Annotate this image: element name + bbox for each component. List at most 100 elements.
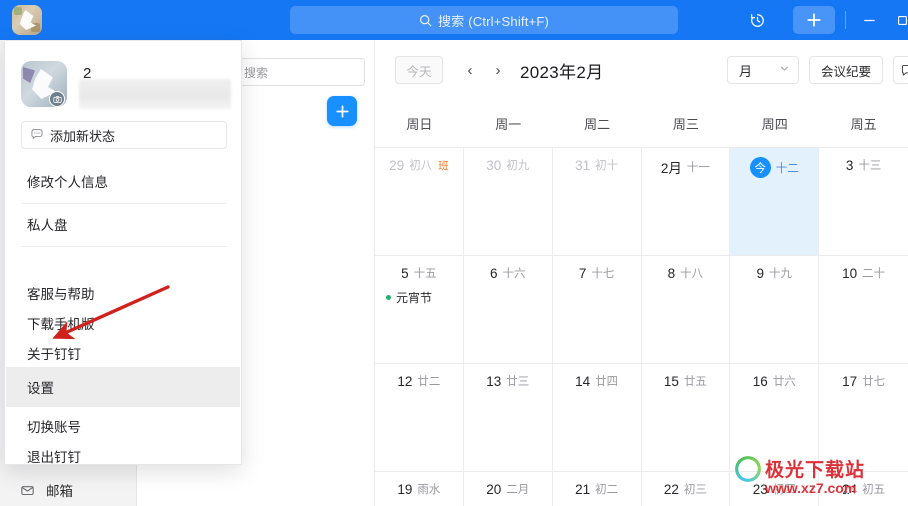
calendar-day-cell[interactable]: 6 十六: [463, 256, 553, 364]
calendar-day-cell[interactable]: 14 廿四: [552, 364, 642, 472]
lunar-date: 十三: [858, 160, 882, 172]
lunar-date: 十二: [775, 162, 799, 175]
calendar-day-cell[interactable]: 3 十三: [819, 148, 908, 256]
menu-item-edit-profile[interactable]: 修改个人信息: [6, 161, 240, 201]
next-month-icon[interactable]: ›: [487, 56, 509, 84]
lunar-date: 廿六: [772, 376, 796, 388]
lunar-date: 初四: [772, 484, 796, 496]
calendar-day-header: 14 廿四: [553, 373, 641, 389]
comment-icon[interactable]: [893, 56, 908, 84]
calendar-day-header: 8 十八: [642, 265, 730, 281]
add-new-button[interactable]: [793, 6, 835, 34]
calendar-day-header: 19 雨水: [375, 481, 463, 497]
workday-badge: 班: [438, 159, 449, 172]
menu-item-settings[interactable]: 设置: [6, 367, 240, 407]
calendar-day-cell[interactable]: 16 廿六: [730, 364, 820, 472]
lunar-date: 十七: [591, 268, 615, 280]
calendar-weekday: 周四: [761, 117, 788, 132]
calendar-day-cell[interactable]: 今十二: [730, 148, 820, 256]
search-icon: [419, 14, 432, 27]
calendar-day-header: 5 十五: [375, 265, 463, 281]
maximize-icon[interactable]: [888, 6, 908, 34]
calendar-weekday-header: 周日 周一 周二 周三 周四 周五: [375, 100, 908, 148]
titlebar-divider: [845, 11, 846, 29]
lunar-date: 二十: [862, 268, 886, 280]
day-number: 31: [575, 157, 591, 173]
global-search-input[interactable]: 搜索 (Ctrl+Shift+F): [290, 6, 678, 34]
calendar-day-cell[interactable]: 9 十九: [730, 256, 820, 364]
today-marker: 今: [749, 157, 771, 178]
calendar-day-cell[interactable]: 19 雨水: [375, 472, 464, 506]
calendar-day-cell[interactable]: 24 初五: [819, 472, 908, 506]
lunar-date: 雨水: [417, 484, 441, 496]
calendar-day-cell[interactable]: 10 二十: [819, 256, 908, 364]
calendar-day-cell[interactable]: 23 初四: [730, 472, 820, 506]
event-dot-icon: [386, 295, 391, 300]
create-schedule-button[interactable]: [327, 96, 357, 126]
menu-item-logout[interactable]: 退出钉钉: [6, 436, 240, 476]
calendar-day-cell[interactable]: 20 二月: [464, 472, 553, 506]
lunar-date: 初九: [506, 160, 530, 172]
profile-redacted-bar: [79, 79, 231, 109]
menu-item-private-disk[interactable]: 私人盘: [6, 204, 240, 244]
lunar-date: 廿三: [506, 376, 530, 388]
calendar-day-cell[interactable]: 8 十八: [641, 256, 731, 364]
menu-item-edit-profile-label: 修改个人信息: [27, 175, 108, 190]
day-number: 10: [842, 265, 858, 281]
sidebar-item-mail-label: 邮箱: [46, 484, 73, 499]
history-clock-icon[interactable]: [743, 6, 771, 34]
calendar-day-header: 24 初五: [819, 481, 908, 497]
lunar-date: 十六: [502, 268, 526, 280]
prev-month-icon[interactable]: ‹: [459, 56, 481, 84]
calendar-day-cell[interactable]: 12 廿二: [375, 364, 464, 472]
lunar-date: 十八: [680, 268, 704, 280]
lunar-date: 廿二: [417, 376, 441, 388]
day-number: 8: [667, 265, 676, 281]
lunar-date: 十九: [769, 268, 792, 280]
calendar-day-header: 29 初八班: [375, 157, 463, 173]
calendar-day-cell[interactable]: 15 廿五: [641, 364, 731, 472]
day-number: 22: [663, 481, 679, 497]
calendar-weekday: 周日: [406, 117, 433, 132]
calendar-day-cell[interactable]: 5 十五元宵节: [375, 256, 464, 364]
calendar-day-header: 23 初四: [730, 481, 818, 497]
today-button[interactable]: 今天: [395, 56, 443, 84]
global-search-placeholder: 搜索 (Ctrl+Shift+F): [437, 13, 550, 29]
lunar-date: 初八: [409, 160, 433, 172]
calendar-day-cell[interactable]: 31 初十: [552, 148, 642, 256]
calendar-day-cell[interactable]: 2月 十一: [641, 148, 731, 256]
day-number: 14: [575, 373, 591, 389]
add-status-label: 添加新状态: [50, 128, 116, 144]
calendar-event-label: 元宵节: [396, 291, 433, 305]
sidebar-item-mail[interactable]: 邮箱: [0, 472, 137, 506]
calendar-day-cell[interactable]: 22 初三: [642, 472, 731, 506]
status-bubble-icon: [30, 127, 44, 144]
dingtalk-app-icon[interactable]: [12, 5, 42, 35]
calendar-day-header: 2月 十一: [642, 157, 730, 177]
calendar-day-cell[interactable]: 7 十七: [552, 256, 642, 364]
day-number: 2月: [660, 161, 682, 176]
calendar-day-cell[interactable]: 29 初八班: [375, 148, 464, 256]
day-number: 7: [578, 265, 587, 281]
calendar-event[interactable]: 元宵节: [375, 289, 463, 306]
calendar-day-header: 12 廿二: [375, 373, 463, 389]
add-status-input[interactable]: 添加新状态: [21, 121, 227, 149]
calendar-day-cell[interactable]: 17 廿七: [819, 364, 908, 472]
camera-icon[interactable]: [49, 91, 65, 107]
menu-item-private-disk-label: 私人盘: [27, 218, 68, 233]
calendar-day-cell[interactable]: 13 廿三: [463, 364, 553, 472]
meeting-minutes-button[interactable]: 会议纪要: [809, 56, 883, 84]
minimize-icon[interactable]: [855, 6, 883, 34]
calendar-day-cell[interactable]: 21 初二: [553, 472, 642, 506]
menu-item-logout-label: 退出钉钉: [27, 450, 81, 465]
calendar-day-cell[interactable]: 30 初九: [463, 148, 553, 256]
panel-search-input[interactable]: 搜索: [235, 58, 365, 86]
menu-divider-2: [21, 246, 227, 247]
day-number: 19: [397, 481, 413, 497]
calendar-day-header: 21 初二: [553, 481, 641, 497]
view-mode-select[interactable]: 月: [727, 56, 799, 84]
calendar-day-header: 3 十三: [819, 157, 908, 173]
day-number: 16: [752, 373, 768, 389]
calendar-weekday: 周二: [584, 117, 611, 132]
lunar-date: 十一: [686, 162, 710, 174]
